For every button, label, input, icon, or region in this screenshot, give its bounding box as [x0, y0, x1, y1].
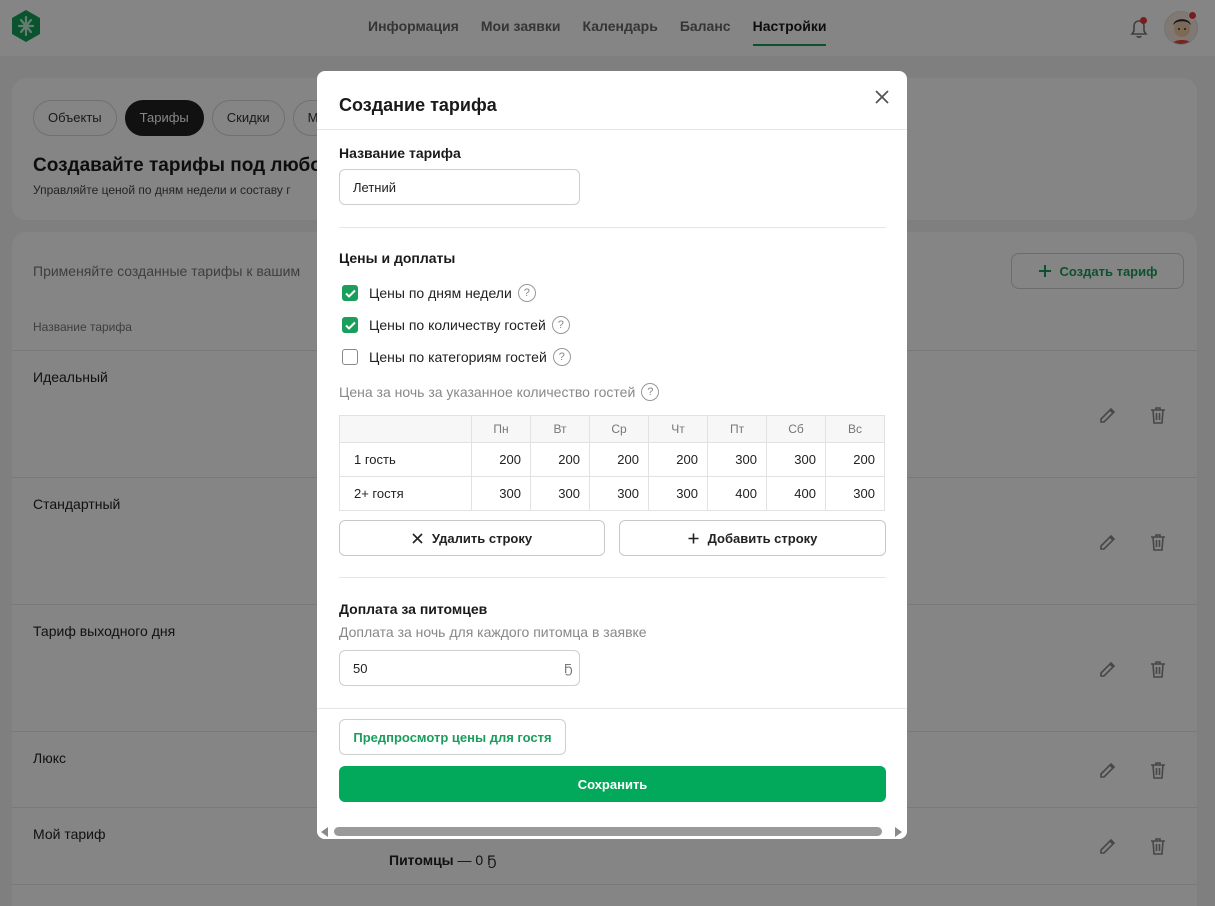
price-cell[interactable]: 300 — [589, 476, 649, 511]
scroll-left-icon[interactable] — [321, 827, 328, 837]
checkbox-checked[interactable] — [342, 317, 358, 333]
plus-icon — [688, 533, 699, 543]
modal-title: Создание тарифа — [339, 95, 497, 115]
price-cell[interactable]: 300 — [530, 476, 590, 511]
price-table-caption: Цена за ночь за указанное количество гос… — [339, 383, 660, 401]
checkbox-weekday-prices[interactable]: Цены по дням недели ? — [342, 284, 536, 302]
price-table: Пн Вт Ср Чт Пт Сб Вс 1 гость 200 200 200… — [339, 415, 885, 511]
day-header: Пт — [707, 415, 767, 443]
close-icon — [412, 532, 423, 544]
row-label[interactable]: 2+ гостя — [339, 476, 472, 511]
preview-price-button[interactable]: Предпросмотр цены для гостя — [339, 719, 566, 755]
pets-description-text: Доплата за ночь для каждого питомца в за… — [339, 624, 647, 640]
checkbox-guest-count-prices[interactable]: Цены по количеству гостей ? — [342, 316, 570, 334]
price-cell[interactable]: 200 — [825, 442, 885, 477]
price-cell[interactable]: 200 — [530, 442, 590, 477]
prices-section-title: Цены и доплаты — [339, 250, 456, 266]
corner-cell — [339, 415, 472, 443]
pets-description: Доплата за ночь для каждого питомца в за… — [339, 624, 647, 640]
tariff-name-label: Название тарифа — [339, 145, 461, 161]
create-tariff-modal: Создание тарифа Название тарифа Цены и д… — [317, 71, 907, 839]
help-icon[interactable]: ? — [552, 348, 571, 366]
divider — [317, 129, 907, 130]
checkbox-label: Цены по дням недели — [369, 285, 512, 301]
day-header: Чт — [648, 415, 708, 443]
price-cell[interactable]: 300 — [707, 442, 767, 477]
price-cell[interactable]: 200 — [471, 442, 531, 477]
divider — [317, 708, 907, 709]
pets-fee-input[interactable] — [339, 650, 580, 686]
horizontal-scrollbar[interactable] — [317, 824, 907, 839]
help-icon[interactable]: ? — [517, 284, 536, 302]
help-icon[interactable]: ? — [641, 383, 660, 401]
price-cell[interactable]: 400 — [766, 476, 826, 511]
price-cell[interactable]: 300 — [825, 476, 885, 511]
add-row-label: Добавить строку — [707, 530, 818, 546]
price-cell[interactable]: 200 — [648, 442, 708, 477]
day-header: Вт — [530, 415, 590, 443]
table-row: 1 гость 200 200 200 200 300 300 200 — [339, 442, 885, 477]
day-header: Сб — [766, 415, 826, 443]
help-icon[interactable]: ? — [551, 316, 570, 334]
scroll-right-icon[interactable] — [895, 827, 902, 837]
checkbox-label: Цены по категориям гостей — [369, 349, 547, 365]
price-cell[interactable]: 300 — [648, 476, 708, 511]
caption-text: Цена за ночь за указанное количество гос… — [339, 384, 636, 400]
preview-price-label: Предпросмотр цены для гостя — [353, 729, 552, 745]
check-icon — [344, 321, 356, 330]
checkbox-checked[interactable] — [342, 285, 358, 301]
checkbox-label: Цены по количеству гостей — [369, 317, 546, 333]
add-row-button[interactable]: Добавить строку — [619, 520, 886, 556]
delete-row-label: Удалить строку — [431, 530, 533, 546]
price-cell[interactable]: 200 — [589, 442, 649, 477]
tariff-name-input[interactable] — [339, 169, 580, 205]
check-icon — [344, 289, 356, 298]
day-header: Вс — [825, 415, 885, 443]
checkbox-guest-category-prices[interactable]: Цены по категориям гостей ? — [342, 348, 571, 366]
pets-section-title: Доплата за питомцев — [339, 601, 488, 617]
divider — [339, 227, 886, 228]
row-label[interactable]: 1 гость — [339, 442, 472, 477]
price-cell[interactable]: 300 — [766, 442, 826, 477]
scroll-thumb[interactable] — [334, 827, 882, 836]
day-header: Ср — [589, 415, 649, 443]
save-button[interactable]: Сохранить — [339, 766, 886, 802]
currency-suffix: Ҕ — [564, 661, 573, 676]
divider — [339, 577, 886, 578]
table-header-row: Пн Вт Ср Чт Пт Сб Вс — [339, 415, 885, 443]
price-cell[interactable]: 300 — [471, 476, 531, 511]
checkbox-unchecked[interactable] — [342, 349, 358, 365]
save-label: Сохранить — [577, 776, 648, 792]
delete-row-button[interactable]: Удалить строку — [339, 520, 605, 556]
day-header: Пн — [471, 415, 531, 443]
table-row: 2+ гостя 300 300 300 300 400 400 300 — [339, 476, 885, 511]
close-icon[interactable] — [872, 87, 892, 107]
price-cell[interactable]: 400 — [707, 476, 767, 511]
